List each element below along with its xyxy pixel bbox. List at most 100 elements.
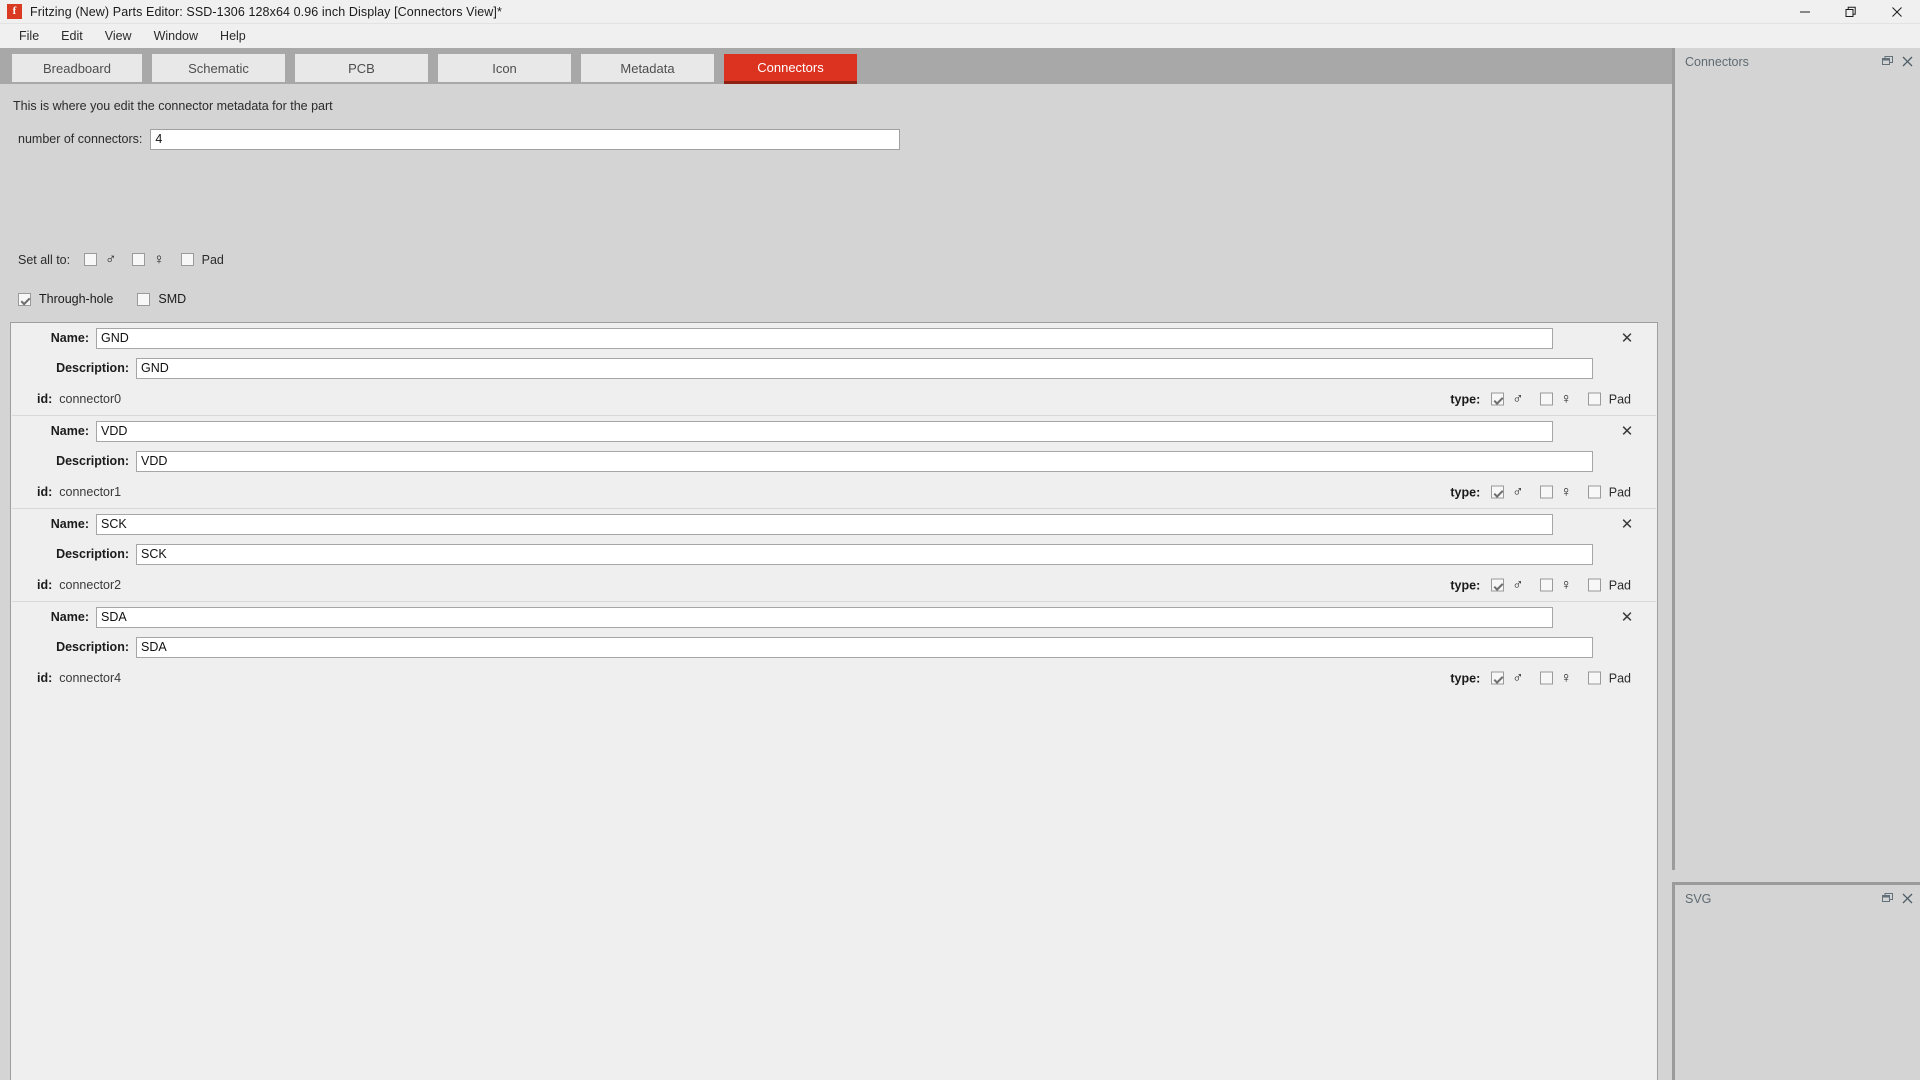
through-hole-label: Through-hole	[39, 292, 114, 306]
window-controls	[1782, 0, 1920, 24]
svg-dock-header: SVG	[1675, 885, 1920, 913]
menu-item-window[interactable]: Window	[143, 26, 209, 46]
tab-connectors[interactable]: Connectors	[724, 54, 857, 85]
menu-item-view[interactable]: View	[94, 26, 143, 46]
connector-description-row: Description:	[11, 353, 1657, 383]
type-label: type:	[1450, 485, 1481, 499]
type-pad-checkbox[interactable]	[1587, 485, 1601, 499]
connector-description-row: Description:	[11, 632, 1657, 662]
menu-item-help[interactable]: Help	[209, 26, 257, 46]
connector-description-input[interactable]	[136, 357, 1593, 379]
set-all-pad-checkbox[interactable]	[180, 253, 194, 266]
menu-item-file[interactable]: File	[8, 26, 50, 46]
type-pad-checkbox[interactable]	[1587, 578, 1601, 592]
connectors-dock-title: Connectors	[1685, 55, 1749, 69]
smd-label: SMD	[158, 292, 187, 306]
connector-name-input[interactable]	[96, 420, 1553, 442]
connector-id-row: id: connector0 type: ♂ ♀ Pad	[11, 383, 1657, 415]
editor-hint-text: This is where you edit the connector met…	[13, 99, 333, 113]
connector-name-input[interactable]	[96, 606, 1553, 628]
tab-metadata[interactable]: Metadata	[581, 54, 714, 82]
connector-name-row: Name: ✕	[11, 602, 1657, 632]
type-male-checkbox[interactable]	[1491, 578, 1505, 592]
tab-pcb[interactable]: PCB	[295, 54, 428, 82]
type-male-checkbox[interactable]	[1491, 485, 1505, 499]
pad-label: Pad	[1608, 485, 1631, 499]
male-symbol-icon: ♂	[1512, 576, 1524, 594]
name-label: Name:	[50, 610, 89, 624]
tab-breadboard[interactable]: Breadboard	[12, 54, 142, 82]
connector-id-value: connector2	[59, 578, 122, 592]
description-label: Description:	[56, 361, 129, 375]
view-tab-strip: Breadboard Schematic PCB Icon Metadata C…	[0, 48, 1672, 85]
id-label: id:	[37, 392, 53, 406]
float-icon[interactable]	[1882, 54, 1893, 72]
connector-description-input[interactable]	[136, 636, 1593, 658]
number-of-connectors-input[interactable]	[150, 128, 901, 150]
type-pad-checkbox[interactable]	[1587, 392, 1601, 406]
connectors-dock: Connectors	[1672, 48, 1920, 870]
delete-connector-icon[interactable]: ✕	[1619, 609, 1635, 625]
connector-entry: Name: ✕ Description: id: connector1 type…	[11, 416, 1657, 509]
type-male-checkbox[interactable]	[1491, 392, 1505, 406]
close-icon[interactable]	[1902, 891, 1913, 909]
dock-splitter[interactable]	[1672, 870, 1920, 882]
connectors-dock-header: Connectors	[1675, 48, 1920, 76]
description-label: Description:	[56, 454, 129, 468]
delete-connector-icon[interactable]: ✕	[1619, 516, 1635, 532]
mounting-type-row: Through-hole SMD	[18, 292, 210, 306]
set-all-to-row: Set all to: ♂ ♀ Pad	[18, 252, 228, 267]
restore-icon[interactable]	[1828, 0, 1874, 24]
id-label: id:	[37, 485, 53, 499]
connector-name-row: Name: ✕	[11, 416, 1657, 446]
menu-item-edit[interactable]: Edit	[50, 26, 94, 46]
type-female-checkbox[interactable]	[1539, 671, 1553, 685]
parts-editor-window: f Fritzing (New) Parts Editor: SSD-1306 …	[0, 0, 1920, 1080]
connector-id-value: connector0	[59, 392, 122, 406]
smd-checkbox[interactable]	[137, 292, 151, 306]
male-symbol-icon: ♂	[1512, 390, 1524, 408]
through-hole-checkbox[interactable]	[18, 292, 31, 306]
svg-dock-buttons	[1882, 891, 1913, 909]
window-title: Fritzing (New) Parts Editor: SSD-1306 12…	[30, 4, 502, 19]
connector-type-group: type: ♂ ♀ Pad	[1450, 578, 1635, 593]
tab-icon[interactable]: Icon	[438, 54, 571, 82]
minimize-icon[interactable]	[1782, 0, 1828, 24]
float-icon[interactable]	[1882, 891, 1893, 909]
tab-schematic[interactable]: Schematic	[152, 54, 285, 82]
id-label: id:	[37, 671, 53, 685]
svg-dock: SVG	[1672, 882, 1920, 1080]
description-label: Description:	[56, 547, 129, 561]
type-label: type:	[1450, 671, 1481, 685]
close-icon[interactable]	[1902, 54, 1913, 72]
name-label: Name:	[50, 424, 89, 438]
male-symbol-icon: ♂	[1512, 669, 1524, 687]
male-symbol-icon: ♂	[1512, 483, 1524, 501]
connector-type-group: type: ♂ ♀ Pad	[1450, 671, 1635, 686]
pad-label: Pad	[1608, 671, 1631, 685]
title-bar: f Fritzing (New) Parts Editor: SSD-1306 …	[0, 0, 1920, 24]
delete-connector-icon[interactable]: ✕	[1619, 330, 1635, 346]
set-all-female-checkbox[interactable]	[132, 253, 146, 266]
svg-dock-body	[1675, 913, 1920, 1080]
type-pad-checkbox[interactable]	[1587, 671, 1601, 685]
close-icon[interactable]	[1874, 0, 1920, 24]
type-male-checkbox[interactable]	[1491, 671, 1505, 685]
female-symbol-icon: ♀	[1560, 483, 1572, 501]
connector-description-input[interactable]	[136, 450, 1593, 472]
connector-name-input[interactable]	[96, 513, 1553, 535]
male-symbol-icon: ♂	[105, 251, 117, 268]
type-female-checkbox[interactable]	[1539, 485, 1553, 499]
connectors-dock-buttons	[1882, 54, 1913, 72]
delete-connector-icon[interactable]: ✕	[1619, 423, 1635, 439]
type-female-checkbox[interactable]	[1539, 392, 1553, 406]
type-female-checkbox[interactable]	[1539, 578, 1553, 592]
connector-id-value: connector4	[59, 671, 122, 685]
connector-list[interactable]: Name: ✕ Description: id: connector0 type…	[10, 322, 1658, 1080]
connector-name-input[interactable]	[96, 327, 1553, 349]
connector-description-input[interactable]	[136, 543, 1593, 565]
menu-bar: File Edit View Window Help	[0, 24, 1920, 48]
set-all-male-checkbox[interactable]	[84, 253, 98, 266]
set-all-to-label: Set all to:	[18, 252, 71, 267]
name-label: Name:	[50, 331, 89, 345]
